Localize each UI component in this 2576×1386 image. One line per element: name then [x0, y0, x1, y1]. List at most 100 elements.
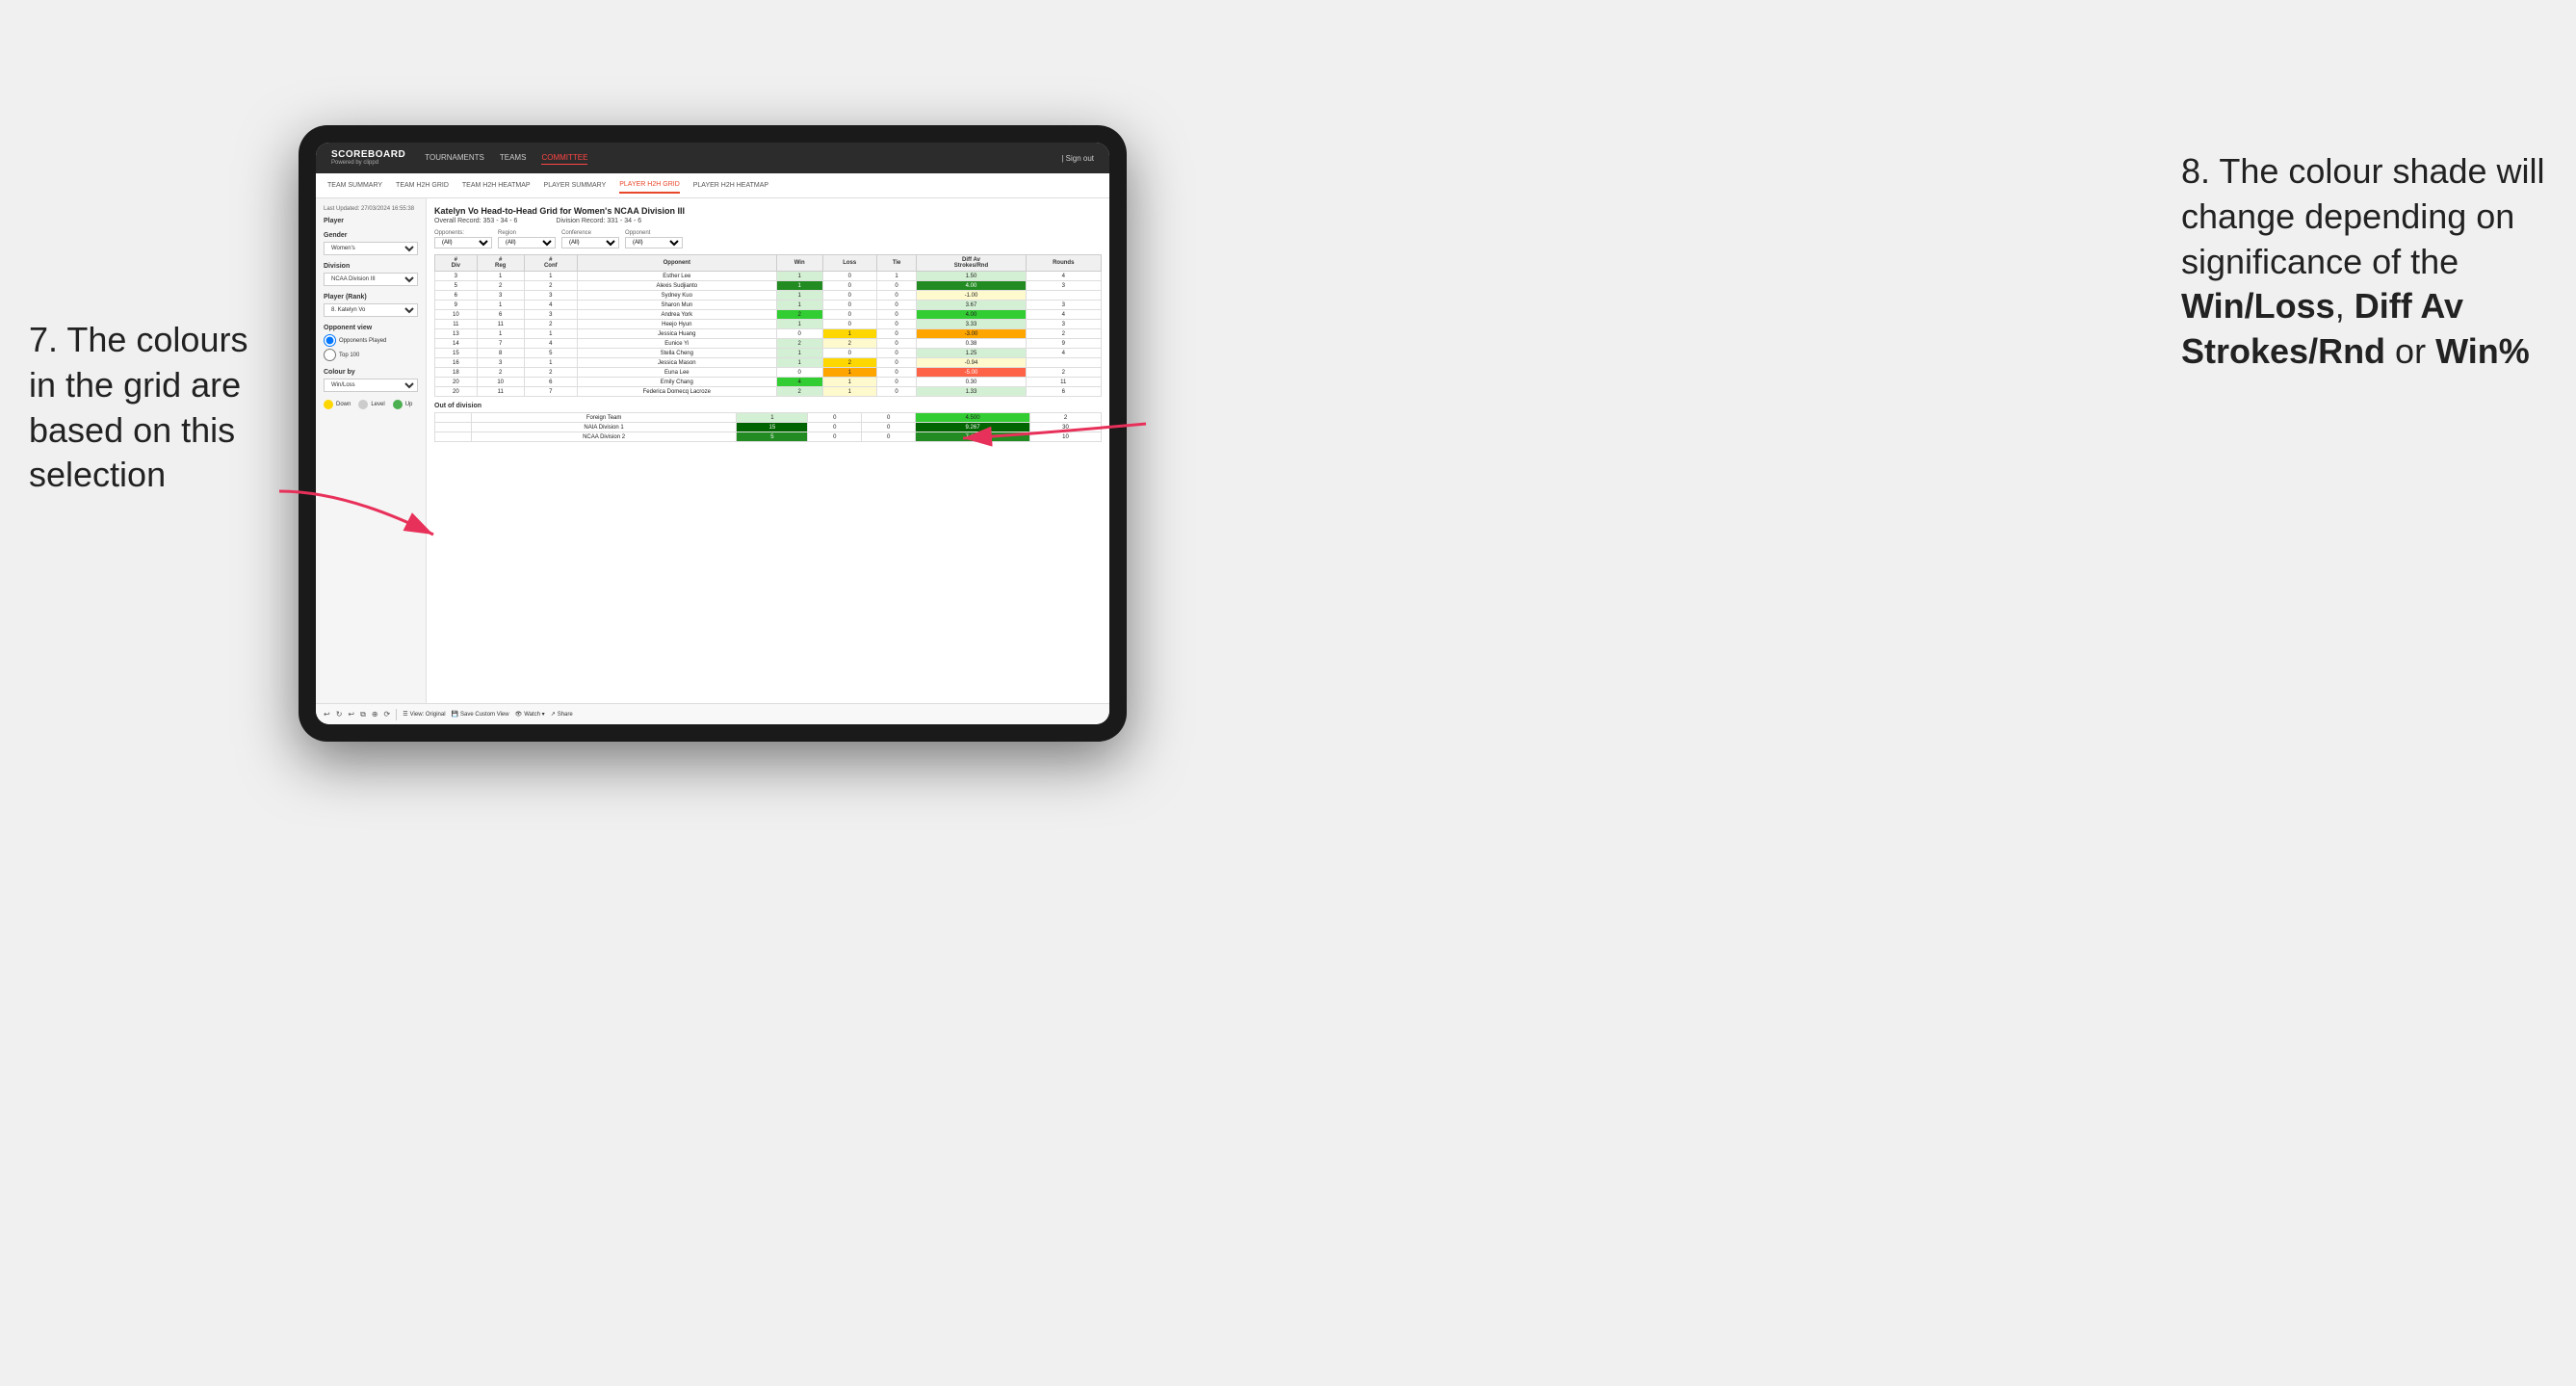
sidebar-division-section: Division NCAA Division III	[324, 263, 418, 286]
overall-record: Overall Record: 353 - 34 - 6	[434, 218, 517, 224]
filter-region: Region (All)	[498, 230, 556, 248]
logo: SCOREBOARD Powered by clippd	[331, 150, 405, 166]
logo-sub: Powered by clippd	[331, 160, 405, 166]
save-custom-view-btn[interactable]: 💾 Save Custom View	[452, 711, 509, 718]
sidebar-division-select[interactable]: NCAA Division III	[324, 273, 418, 286]
sidebar-division-label: Division	[324, 263, 418, 270]
table-row: 914 Sharon Mun 1 0 0 3.67 3	[435, 301, 1102, 310]
watch-btn[interactable]: 👁 Watch ▾	[515, 711, 545, 718]
legend-up-label: Up	[405, 402, 413, 407]
sidebar-player-label: Player	[324, 218, 418, 224]
save-icon: 💾	[452, 711, 458, 718]
grid-record: Overall Record: 353 - 34 - 6 Division Re…	[434, 218, 1102, 224]
legend-level-dot	[358, 400, 368, 409]
th-tie: Tie	[876, 255, 917, 272]
annotation-left-text: 7. The colours in the grid are based on …	[29, 320, 247, 494]
logo-text: SCOREBOARD	[331, 150, 405, 160]
filter-opponent-select[interactable]: (All)	[625, 237, 683, 248]
table-row: 1063 Andrea York 2 0 0 4.00 4	[435, 310, 1102, 320]
sub-nav-player-summary[interactable]: PLAYER SUMMARY	[544, 178, 607, 193]
sidebar-opponent-view-section: Opponent view Opponents Played Top 100	[324, 325, 418, 361]
table-row: 311 Esther Lee 1 0 1 1.50 4	[435, 272, 1102, 281]
legend-level: Level	[358, 400, 384, 409]
filter-conference-label: Conference	[561, 230, 619, 236]
sub-nav-team-h2h-heatmap[interactable]: TEAM H2H HEATMAP	[462, 178, 531, 193]
sub-nav-player-h2h-heatmap[interactable]: PLAYER H2H HEATMAP	[693, 178, 768, 193]
out-of-division-table: Foreign Team 1 0 0 4.500 2 NAIA Division…	[434, 412, 1102, 442]
table-row: NAIA Division 1 15 0 0 9.267 30	[435, 423, 1102, 432]
paste-icon[interactable]: ⊕	[372, 710, 378, 719]
division-record: Division Record: 331 - 34 - 6	[556, 218, 641, 224]
out-of-division-header: Out of division	[434, 403, 1102, 409]
annotation-right-bold3: Win%	[2435, 331, 2530, 371]
legend-up: Up	[393, 400, 413, 409]
sub-nav-team-h2h-grid[interactable]: TEAM H2H GRID	[396, 178, 449, 193]
view-icon: ☰	[403, 711, 407, 718]
annotation-right-text1: 8. The colour shade will change dependin…	[2181, 151, 2545, 281]
th-win: Win	[776, 255, 822, 272]
sidebar-player-section: Player	[324, 218, 418, 224]
sidebar-gender-label: Gender	[324, 232, 418, 239]
sidebar-radio-top100[interactable]: Top 100	[324, 349, 418, 361]
redo-icon[interactable]: ↻	[336, 710, 343, 719]
tablet-screen: SCOREBOARD Powered by clippd TOURNAMENTS…	[316, 143, 1109, 724]
refresh-icon[interactable]: ⟳	[384, 710, 391, 719]
copy-icon[interactable]: ⧉	[360, 710, 366, 719]
annotation-right-text2: ,	[2335, 286, 2355, 326]
annotation-right-text3: or	[2385, 331, 2435, 371]
filter-opponents-select[interactable]: (All)	[434, 237, 492, 248]
th-conf: #Conf	[524, 255, 577, 272]
sidebar-radio-opponents[interactable]: Opponents Played	[324, 334, 418, 347]
view-original-btn[interactable]: ☰ View: Original	[403, 711, 445, 718]
sidebar-player-rank-select[interactable]: 8. Katelyn Vo	[324, 303, 418, 317]
sidebar-player-rank-section: Player (Rank) 8. Katelyn Vo	[324, 294, 418, 317]
legend-down: Down	[324, 400, 351, 409]
main-data-table: #Div #Reg #Conf Opponent Win Loss Tie Di…	[434, 254, 1102, 397]
table-row: 1311 Jessica Huang 0 1 0 -3.00 2	[435, 329, 1102, 339]
filter-opponent-label: Opponent	[625, 230, 683, 236]
sidebar-player-rank-label: Player (Rank)	[324, 294, 418, 301]
sidebar-radio-group: Opponents Played Top 100	[324, 334, 418, 361]
filter-opponent: Opponent (All)	[625, 230, 683, 248]
table-row: 20106 Emily Chang 4 1 0 0.30 11	[435, 378, 1102, 387]
sidebar-timestamp: Last Updated: 27/03/2024 16:55:38	[324, 206, 418, 212]
filter-conference-select[interactable]: (All)	[561, 237, 619, 248]
table-row: 1822 Euna Lee 0 1 0 -5.00 2	[435, 368, 1102, 378]
sidebar: Last Updated: 27/03/2024 16:55:38 Player…	[316, 198, 427, 703]
nav-tournaments[interactable]: TOURNAMENTS	[425, 151, 484, 165]
sub-nav-team-summary[interactable]: TEAM SUMMARY	[327, 178, 382, 193]
th-diff: Diff AvStrokes/Rnd	[917, 255, 1026, 272]
annotation-right: 8. The colour shade will change dependin…	[2181, 149, 2547, 375]
nav-committee[interactable]: COMMITTEE	[541, 151, 587, 165]
sidebar-gender-section: Gender Women's	[324, 232, 418, 255]
annotation-right-bold1: Win/Loss	[2181, 286, 2335, 326]
table-row: 1585 Stella Cheng 1 0 0 1.25 4	[435, 349, 1102, 358]
legend-level-label: Level	[371, 402, 384, 407]
legend-down-label: Down	[336, 402, 351, 407]
th-rounds: Rounds	[1026, 255, 1101, 272]
share-icon: ↗	[551, 711, 556, 718]
th-opponent: Opponent	[577, 255, 776, 272]
filter-region-label: Region	[498, 230, 556, 236]
sub-nav: TEAM SUMMARY TEAM H2H GRID TEAM H2H HEAT…	[316, 173, 1109, 198]
nav-sign-out[interactable]: | Sign out	[1061, 154, 1094, 163]
undo2-icon[interactable]: ↩	[348, 710, 354, 719]
filter-region-select[interactable]: (All)	[498, 237, 556, 248]
sidebar-opponent-view-label: Opponent view	[324, 325, 418, 331]
share-btn[interactable]: ↗ Share	[551, 711, 573, 718]
top-nav: SCOREBOARD Powered by clippd TOURNAMENTS…	[316, 143, 1109, 173]
table-row: 11112 Heejo Hyun 1 0 0 3.33 3	[435, 320, 1102, 329]
sidebar-gender-select[interactable]: Women's	[324, 242, 418, 255]
sidebar-colour-by-select[interactable]: Win/Loss	[324, 379, 418, 392]
undo-icon[interactable]: ↩	[324, 710, 330, 719]
tablet: SCOREBOARD Powered by clippd TOURNAMENTS…	[299, 125, 1127, 742]
legend: Down Level Up	[324, 400, 418, 409]
nav-teams[interactable]: TEAMS	[500, 151, 527, 165]
grid-title: Katelyn Vo Head-to-Head Grid for Women's…	[434, 206, 1102, 216]
table-row: 1631 Jessica Mason 1 2 0 -0.94	[435, 358, 1102, 368]
main-content: Last Updated: 27/03/2024 16:55:38 Player…	[316, 198, 1109, 703]
nav-items: TOURNAMENTS TEAMS COMMITTEE	[425, 151, 1042, 165]
sub-nav-player-h2h-grid[interactable]: PLAYER H2H GRID	[619, 177, 680, 194]
table-row: 1474 Eunice Yi 2 2 0 0.38 9	[435, 339, 1102, 349]
toolbar-divider-1	[396, 709, 397, 720]
